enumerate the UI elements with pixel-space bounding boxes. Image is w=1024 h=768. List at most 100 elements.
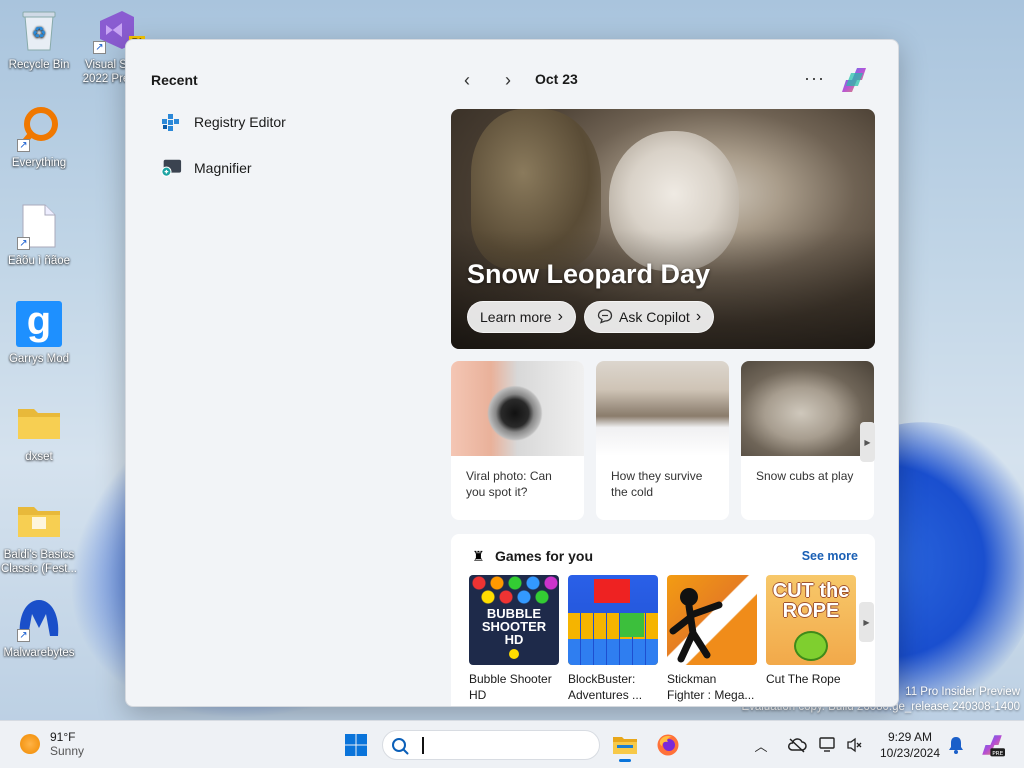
triangle-right-icon: ▶ <box>864 437 871 447</box>
game-thumbnail <box>568 575 658 665</box>
desktop-icon-label: Garrys Mod <box>8 353 70 365</box>
shortcut-arrow-icon: ↗ <box>93 41 106 54</box>
news-card[interactable]: Viral photo: Can you spot it? <box>451 361 584 520</box>
game-tile[interactable]: Stickman Fighter : Mega... <box>667 575 757 703</box>
card-image <box>741 361 874 456</box>
folder-icon <box>15 398 63 446</box>
network-status[interactable] <box>815 728 841 762</box>
search-icon <box>392 738 409 755</box>
desktop-icon-label: Recycle Bin <box>8 59 70 71</box>
desktop-icon-label: Baldi's Basics Classic (Fest... <box>0 549 78 575</box>
game-pieces-icon: ♜ <box>472 548 485 564</box>
game-tile[interactable]: BUBBLE SHOOTER HD Bubble Shooter HD <box>469 575 559 703</box>
recent-item-magnifier[interactable]: Magnifier <box>160 154 252 182</box>
weather-condition: Sunny <box>50 744 85 758</box>
chevron-up-icon: ︿ <box>754 738 768 754</box>
game-name: Stickman Fighter : Mega... <box>667 672 755 702</box>
cards-scroll-right-button[interactable]: ▶ <box>860 422 875 462</box>
shortcut-arrow-icon: ↗ <box>17 139 30 152</box>
shortcut-arrow-icon: ↗ <box>17 629 30 642</box>
notifications-button[interactable] <box>942 728 970 762</box>
learn-more-button[interactable]: Learn more › <box>467 301 576 333</box>
desktop-icon-garrys-mod[interactable]: g Garrys Mod <box>0 300 78 366</box>
ellipsis-icon: ··· <box>804 68 825 88</box>
taskbar-file-explorer[interactable] <box>608 728 642 762</box>
text-caret <box>422 737 424 754</box>
next-day-button[interactable]: › <box>494 68 522 92</box>
taskbar-copilot-button[interactable]: PRE <box>975 728 1009 762</box>
desktop-icon-everything[interactable]: ↗ Everything <box>0 104 78 170</box>
copilot-button[interactable] <box>838 64 870 96</box>
desktop-icon-label: Malwarebytes <box>3 647 75 659</box>
start-button[interactable] <box>339 728 373 762</box>
game-thumbnail: BUBBLE SHOOTER HD <box>469 575 559 665</box>
chevron-right-icon: › <box>557 308 563 325</box>
firefox-icon <box>657 734 679 756</box>
desktop-icon-baldis-basics[interactable]: Baldi's Basics Classic (Fest... <box>0 496 78 576</box>
chevron-left-icon: ‹ <box>464 69 470 90</box>
chevron-right-icon: › <box>695 308 702 325</box>
game-thumbnail-text: BUBBLE SHOOTER HD <box>481 606 547 647</box>
desktop-icon-dxset[interactable]: dxset <box>0 398 78 464</box>
blank-file-icon: ↗ <box>15 202 63 250</box>
more-options-button[interactable]: ··· <box>804 68 825 89</box>
hero-card[interactable]: Snow Leopard Day Learn more › Ask Copilo… <box>451 109 875 349</box>
see-more-link[interactable]: See more <box>802 549 858 563</box>
card-image <box>596 361 729 456</box>
card-title: Snow cubs at play <box>756 469 854 483</box>
card-title: Viral photo: Can you spot it? <box>466 469 552 499</box>
games-section: ♜ Games for you See more BUBBLE SHOOTER … <box>451 534 875 706</box>
weather-widget[interactable]: 91°F Sunny <box>20 730 84 758</box>
game-tile[interactable]: CUT the ROPE Cut The Rope <box>766 575 856 687</box>
start-menu: Recent Registry Editor Magnifier ‹ › Oct… <box>125 39 899 707</box>
game-name: Cut The Rope <box>766 672 841 686</box>
cloud-offline-icon <box>788 738 807 753</box>
games-scroll-right-button[interactable]: ▶ <box>859 602 874 642</box>
shortcut-arrow-icon: ↗ <box>17 237 30 250</box>
game-thumbnail-text: CUT the ROPE <box>772 580 850 622</box>
desktop-icon-malwarebytes[interactable]: ↗ Malwarebytes <box>0 594 78 660</box>
volume-muted-icon <box>847 737 862 753</box>
garrys-mod-icon: g <box>15 300 63 348</box>
ask-copilot-label: Ask Copilot <box>619 309 690 325</box>
svg-text:♻: ♻ <box>32 23 46 42</box>
taskbar: 91°F Sunny ︿ 9:29 AM 10/23/2024 PRE <box>0 720 1024 768</box>
game-thumbnail <box>667 575 757 665</box>
desktop-icon-recycle-bin[interactable]: ♻ Recycle Bin <box>0 6 78 72</box>
watermark-edition: 11 Pro Insider Preview <box>905 686 1020 698</box>
taskbar-firefox[interactable] <box>651 728 685 762</box>
recent-item-label: Registry Editor <box>194 114 286 130</box>
triangle-right-icon: ▶ <box>863 617 870 627</box>
card-title: How they survive the cold <box>611 469 703 499</box>
news-card[interactable]: How they survive the cold <box>596 361 729 520</box>
desktop-icon-label: Everything <box>11 157 67 169</box>
recent-item-registry-editor[interactable]: Registry Editor <box>160 108 286 136</box>
clock-time: 9:29 AM <box>887 730 933 744</box>
taskbar-clock[interactable]: 9:29 AM 10/23/2024 <box>878 729 942 761</box>
ask-copilot-button[interactable]: Ask Copilot › <box>584 301 715 333</box>
game-name: BlockBuster: Adventures ... <box>568 672 643 702</box>
card-image <box>451 361 584 456</box>
copilot-icon <box>842 68 866 92</box>
games-title: Games for you <box>495 548 594 564</box>
previous-day-button[interactable]: ‹ <box>453 68 481 92</box>
malwarebytes-icon: ↗ <box>15 594 63 642</box>
copilot-pre-icon: PRE <box>982 735 1005 757</box>
folder-icon <box>15 496 63 544</box>
clock-date: 10/23/2024 <box>879 746 941 760</box>
bell-icon <box>949 737 963 754</box>
desktop-icon-label: Eâõu ì ñãoe <box>7 255 71 267</box>
taskbar-search-input[interactable] <box>382 730 600 760</box>
onedrive-status[interactable] <box>782 728 812 762</box>
registry-editor-icon <box>160 111 182 133</box>
desktop-icon-file[interactable]: ↗ Eâõu ì ñãoe <box>0 202 78 268</box>
game-tile[interactable]: BlockBuster: Adventures ... <box>568 575 658 703</box>
desktop-icon-label: dxset <box>25 451 53 463</box>
chevron-right-icon: › <box>505 69 511 90</box>
everything-search-icon: ↗ <box>15 104 63 152</box>
game-name: Bubble Shooter HD <box>469 672 552 702</box>
active-indicator <box>619 759 631 762</box>
news-card[interactable]: Snow cubs at play <box>741 361 874 520</box>
volume-status[interactable] <box>843 728 867 762</box>
show-hidden-icons-button[interactable]: ︿ <box>749 728 773 762</box>
